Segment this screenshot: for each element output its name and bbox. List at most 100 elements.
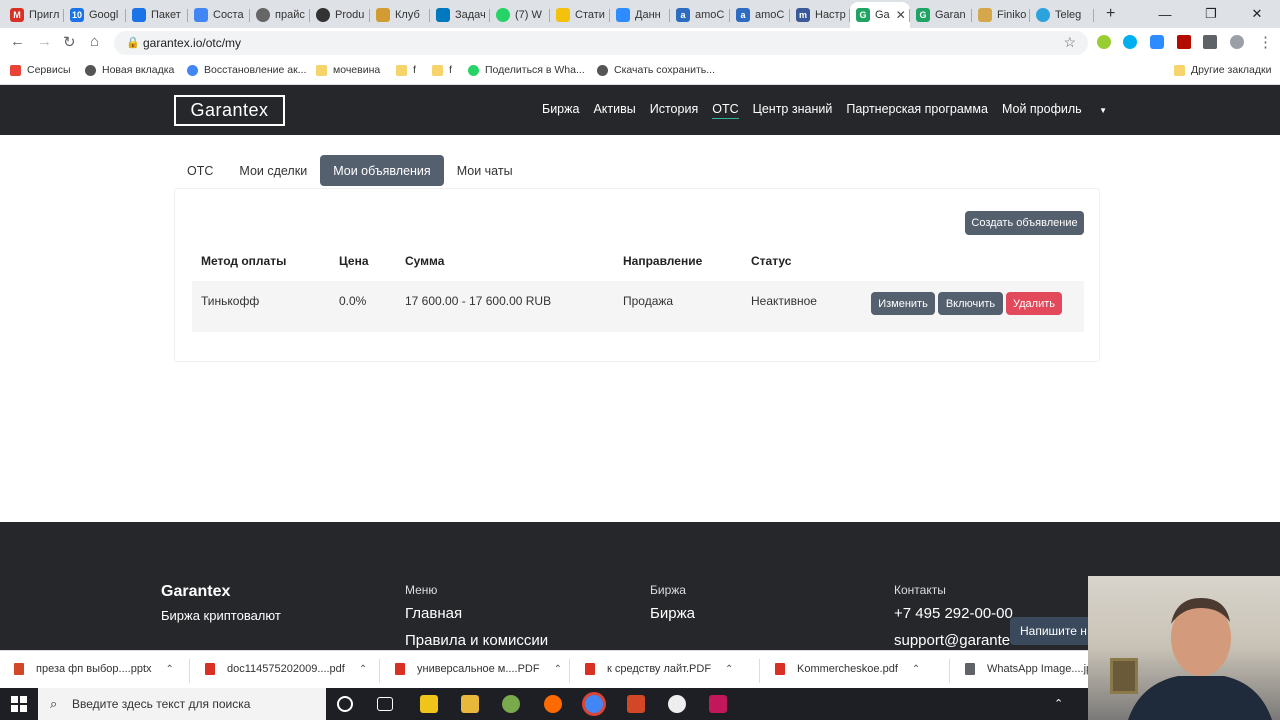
tab-my-ads[interactable]: Мои объявления	[320, 155, 444, 186]
site-logo[interactable]: Garantex	[174, 95, 285, 126]
download-item[interactable]: WhatsApp Image....jp	[965, 663, 1092, 675]
download-item[interactable]: универсальное м....PDF ⌃	[395, 663, 562, 675]
bookmark-item[interactable]: Восстановление ак...	[187, 64, 306, 76]
skype-icon[interactable]	[1123, 35, 1137, 49]
file-explorer-icon[interactable]	[461, 695, 479, 713]
cortana-icon[interactable]	[337, 696, 353, 712]
browser-tab[interactable]: a amoC	[670, 2, 730, 28]
bookmark-item[interactable]: Новая вкладка	[85, 64, 174, 76]
nav-exchange[interactable]: Биржа	[542, 102, 579, 119]
footer-phone[interactable]: +7 495 292-00-00	[894, 605, 1013, 622]
browser-tab[interactable]: G Garan	[910, 2, 972, 28]
extension-icon[interactable]	[1097, 35, 1111, 49]
header-status: Статус	[751, 254, 792, 268]
avatar[interactable]	[1230, 35, 1244, 49]
zoom-extension-icon[interactable]	[1150, 35, 1164, 49]
menu-dots-icon[interactable]: ⋮	[1258, 33, 1273, 51]
browser-tab[interactable]: прайс	[250, 2, 310, 28]
browser-tab[interactable]: Teleg	[1030, 2, 1094, 28]
forward-icon[interactable]: →	[37, 33, 52, 50]
browser-tab[interactable]: Пакет	[126, 2, 188, 28]
paint-icon[interactable]	[502, 695, 520, 713]
windows-start-icon[interactable]	[0, 688, 38, 720]
bookmark-item[interactable]: мочевина	[316, 64, 380, 76]
download-item[interactable]: Kommercheskoe.pdf ⌃	[775, 663, 920, 675]
browser-tab[interactable]: Finiko	[972, 2, 1030, 28]
browser-tab[interactable]: Данн	[610, 2, 670, 28]
browser-tab[interactable]: m Настр	[790, 2, 850, 28]
powerpoint-icon[interactable]	[627, 695, 645, 713]
globe-icon	[256, 8, 270, 22]
divider	[569, 659, 570, 683]
nav-partner[interactable]: Партнерская программа	[846, 102, 988, 119]
browser-tab[interactable]: (7) W	[490, 2, 550, 28]
footer-email[interactable]: support@garante	[894, 632, 1010, 649]
browser-tab[interactable]: 10 Googl	[64, 2, 126, 28]
maximize-icon[interactable]: ❐	[1188, 0, 1234, 28]
edit-button[interactable]: Изменить	[871, 292, 935, 315]
download-item[interactable]: к средству лайт.PDF ⌃	[585, 663, 733, 675]
browser-tab[interactable]: Клуб	[370, 2, 430, 28]
cell-price: 0.0%	[339, 294, 367, 308]
minimize-icon[interactable]: —	[1142, 0, 1188, 28]
browser-tab[interactable]: Задач	[430, 2, 490, 28]
tray-chevron-icon[interactable]: ⌃	[1054, 697, 1072, 715]
browser-tab[interactable]: Produ	[310, 2, 370, 28]
new-tab-button[interactable]: +	[1106, 5, 1115, 23]
chevron-up-icon[interactable]: ⌃	[359, 664, 367, 675]
browser-tab-active[interactable]: G Ga ✕	[850, 2, 910, 28]
chat-widget-button[interactable]: Напишите н	[1010, 617, 1097, 645]
chevron-up-icon[interactable]: ⌃	[166, 664, 174, 675]
browser-tab[interactable]: Стати	[550, 2, 610, 28]
firefox-icon[interactable]	[544, 695, 562, 713]
bookmark-star-icon[interactable]: ☆	[1063, 34, 1076, 51]
download-item[interactable]: преза фп выбор....pptx ⌃	[14, 663, 174, 675]
bookmark-item[interactable]: Поделиться в Wha...	[468, 64, 585, 76]
nav-history[interactable]: История	[650, 102, 698, 119]
browser-tab[interactable]: M Пригл	[4, 2, 64, 28]
chrome-icon[interactable]	[585, 695, 603, 713]
delete-button[interactable]: Удалить	[1006, 292, 1062, 315]
footer-link-exchange[interactable]: Биржа	[650, 605, 695, 622]
close-tab-icon[interactable]: ✕	[896, 8, 906, 22]
nav-knowledge[interactable]: Центр знаний	[753, 102, 833, 119]
nav-assets[interactable]: Активы	[593, 102, 635, 119]
header-amount: Сумма	[405, 254, 445, 268]
reload-icon[interactable]: ↻	[63, 33, 76, 51]
nav-profile[interactable]: Мой профиль ▼	[1002, 102, 1121, 119]
pdf-extension-icon[interactable]	[1177, 35, 1191, 49]
address-bar[interactable]: 🔒 garantex.io/otc/my ☆	[114, 31, 1088, 55]
bookmark-item[interactable]: f	[432, 64, 452, 76]
tab-otc[interactable]: OTC	[174, 155, 226, 186]
app-icon[interactable]	[668, 695, 686, 713]
chevron-up-icon[interactable]: ⌃	[725, 664, 733, 675]
download-item[interactable]: doc114575202009....pdf ⌃	[205, 663, 367, 675]
chevron-up-icon[interactable]: ⌃	[554, 664, 562, 675]
create-ad-button[interactable]: Создать объявление	[965, 211, 1084, 235]
home-icon[interactable]: ⌂	[90, 33, 99, 50]
footer-tagline: Биржа криптовалют	[161, 608, 281, 623]
task-view-icon[interactable]	[377, 697, 393, 711]
enable-button[interactable]: Включить	[938, 292, 1003, 315]
footer-link-rules[interactable]: Правила и комиссии	[405, 632, 548, 649]
bookmark-item[interactable]: f	[396, 64, 416, 76]
browser-tab[interactable]: Соста	[188, 2, 250, 28]
window-controls: — ❐ ✕	[1142, 0, 1280, 28]
tab-my-deals[interactable]: Мои сделки	[226, 155, 320, 186]
bookmark-item[interactable]: Скачать сохранить...	[597, 64, 715, 76]
tab-my-chats[interactable]: Мои чаты	[444, 155, 526, 186]
divider	[759, 659, 760, 683]
close-window-icon[interactable]: ✕	[1234, 0, 1280, 28]
search-icon: ⌕	[50, 696, 58, 711]
store-icon[interactable]	[420, 695, 438, 713]
footer-link-home[interactable]: Главная	[405, 605, 462, 622]
back-icon[interactable]: ←	[10, 33, 25, 50]
chevron-up-icon[interactable]: ⌃	[912, 664, 920, 675]
nav-otc[interactable]: OTC	[712, 102, 739, 119]
taskbar-search-input[interactable]: ⌕ Введите здесь текст для поиска	[38, 688, 326, 720]
bookmark-item[interactable]: Сервисы	[10, 64, 71, 76]
other-bookmarks[interactable]: Другие закладки	[1174, 64, 1271, 76]
puzzle-icon[interactable]	[1203, 35, 1217, 49]
browser-tab[interactable]: a amoC	[730, 2, 790, 28]
recorder-icon[interactable]	[709, 695, 727, 713]
